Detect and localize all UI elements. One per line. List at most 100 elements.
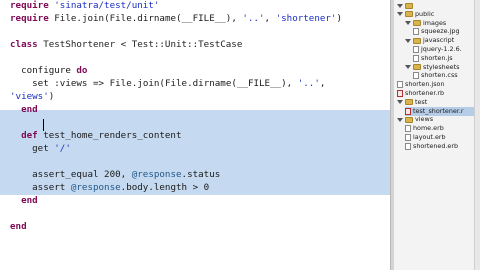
tree-item-label: images (423, 18, 447, 27)
code-token: , (319, 78, 326, 89)
text-cursor (43, 119, 44, 131)
code-token: @response (131, 169, 182, 180)
folder-icon (405, 116, 413, 123)
code-token: , (264, 13, 276, 24)
code-token: def (10, 130, 44, 141)
code-token: ) (48, 91, 55, 102)
code-token: .body.length > (120, 182, 204, 193)
code-line[interactable]: assert_equal 200, @response.status (10, 169, 220, 181)
tree-file-item[interactable]: shortener.rb (397, 89, 474, 98)
folder-icon (413, 20, 421, 27)
code-token: 'sinatra/test/unit' (54, 0, 160, 11)
code-token: '/' (54, 143, 71, 154)
code-line[interactable]: end (10, 104, 38, 116)
code-token: class (10, 39, 44, 50)
tree-file-item[interactable]: home.erb (405, 124, 474, 133)
tree-file-item[interactable]: shorten.js (413, 54, 474, 63)
code-token: 200 (104, 169, 121, 180)
tree-folder-item[interactable]: test (397, 98, 474, 107)
file-icon (397, 81, 403, 89)
file-icon (413, 54, 419, 62)
code-token: .join( (131, 78, 165, 89)
expand-arrow-icon[interactable] (405, 64, 411, 70)
code-line[interactable]: get '/' (10, 143, 71, 155)
code-line[interactable]: 'views') (10, 91, 54, 103)
tree-folder-item[interactable] (397, 1, 474, 10)
expand-arrow-icon[interactable] (397, 3, 403, 9)
file-tree-scrollbar[interactable] (474, 0, 480, 270)
code-line[interactable]: require 'sinatra/test/unit' (10, 0, 159, 12)
tree-item-label: layout.erb (413, 133, 446, 141)
code-line[interactable]: end (10, 195, 38, 207)
code-token: .status (181, 169, 221, 180)
expand-arrow-icon[interactable] (405, 38, 411, 44)
code-token: configure (10, 65, 77, 76)
file-icon (413, 28, 419, 36)
code-token: :views (54, 78, 88, 89)
code-token: assert (10, 182, 71, 193)
file-icon (405, 142, 411, 150)
code-token: File (109, 78, 132, 89)
tree-file-item[interactable]: shortened.erb (405, 142, 474, 151)
tree-item-label: javascript (423, 36, 455, 45)
tree-item-label: shorten.json (405, 80, 445, 89)
code-token: < (115, 39, 132, 50)
code-token: test_home_renders_content (43, 130, 182, 141)
file-icon (405, 134, 411, 141)
code-token: end (10, 195, 38, 206)
tree-item-label: views (415, 115, 434, 124)
code-line[interactable]: configure do (10, 65, 87, 77)
code-token: .join( (76, 13, 110, 24)
code-token: '..' (242, 13, 265, 24)
folder-icon (405, 2, 413, 9)
tree-file-item[interactable]: shorten.css (413, 71, 474, 80)
code-token: do (76, 65, 88, 76)
code-line[interactable]: class TestShortener < Test::Unit::TestCa… (10, 39, 242, 51)
code-token: '..' (297, 78, 320, 89)
code-line[interactable]: def test_home_renders_content (10, 130, 182, 142)
code-token: require (10, 13, 55, 24)
code-token: File (109, 13, 132, 24)
tree-item-label: shortened.erb (413, 141, 459, 150)
tree-folder-item[interactable]: images (405, 19, 474, 28)
tree-item-label: stylesheets (423, 62, 460, 71)
code-token: require (10, 0, 55, 11)
code-token: assert_equal (10, 169, 105, 180)
tree-folder-item[interactable]: stylesheets (405, 63, 474, 72)
code-token: TestShortener (43, 39, 116, 50)
code-line[interactable]: require File.join(File.dirname(__FILE__)… (10, 13, 342, 25)
code-editor[interactable]: require 'sinatra/test/unit' require File.… (0, 0, 390, 270)
tree-folder-item[interactable]: javascript (405, 36, 474, 45)
expand-arrow-icon[interactable] (397, 11, 403, 17)
expand-arrow-icon[interactable] (397, 99, 403, 105)
tree-item-label: jquery-1.2.6. (421, 45, 462, 53)
code-token: File (164, 78, 188, 89)
code-token: 'views' (10, 91, 49, 102)
tree-item-label: public (415, 9, 435, 18)
folder-icon (413, 37, 421, 44)
tree-file-item[interactable]: shorten.json (397, 80, 474, 89)
code-line[interactable]: set :views => File.join(File.dirname(__F… (10, 78, 325, 90)
tree-item-label: shorten.css (421, 71, 458, 80)
tree-folder-item[interactable]: views (397, 115, 474, 124)
ruby-file-icon (405, 107, 411, 115)
project-file-tree[interactable]: public images squeeze.jpg javascript jquery-… (394, 0, 480, 270)
expand-arrow-icon[interactable] (397, 117, 403, 123)
code-token: .dirname(__FILE__), (187, 78, 298, 89)
tree-folder-item[interactable]: public (397, 10, 474, 19)
file-icon (405, 125, 411, 133)
tree-item-label: squeeze.jpg (421, 27, 460, 36)
folder-icon (413, 64, 421, 71)
tree-file-item[interactable]: jquery-1.2.6. (413, 45, 474, 54)
code-line[interactable]: end (10, 221, 27, 233)
code-line[interactable]: assert @response.body.length > 0 (10, 182, 209, 194)
tree-file-item[interactable]: layout.erb (405, 133, 474, 142)
code-token: 0 (203, 182, 210, 193)
code-token: 'shortener' (275, 13, 337, 24)
expand-arrow-icon[interactable] (405, 20, 411, 26)
tree-file-item[interactable]: test_shortener.r (405, 106, 474, 116)
folder-icon (405, 11, 413, 18)
code-token: end (10, 221, 27, 232)
file-icon (413, 46, 419, 53)
tree-file-item[interactable]: squeeze.jpg (413, 27, 474, 36)
